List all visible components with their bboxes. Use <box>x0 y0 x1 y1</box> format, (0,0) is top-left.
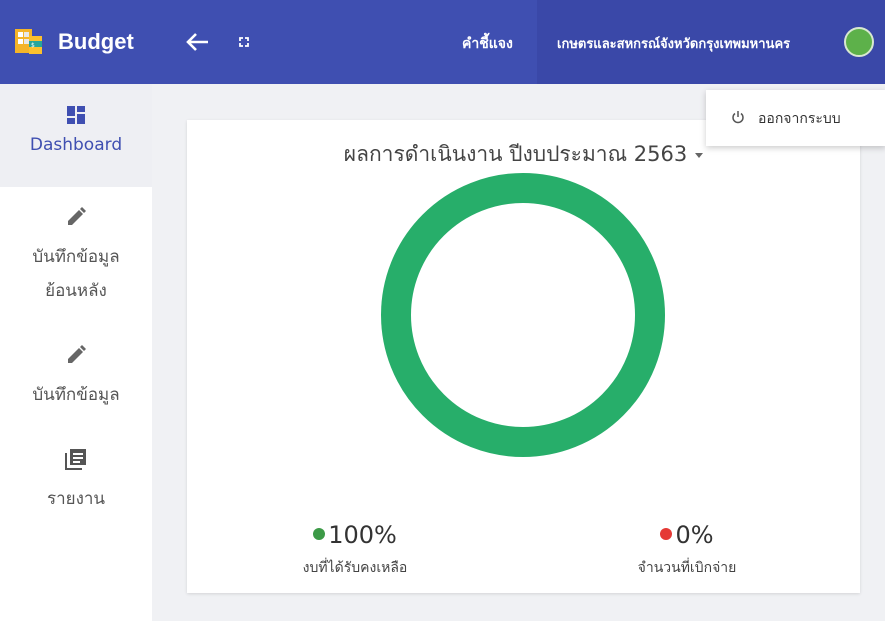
avatar <box>844 27 874 57</box>
sidebar-item-report[interactable]: รายงาน <box>0 448 152 518</box>
brand[interactable]: $ Budget <box>14 27 134 57</box>
stat-disbursed: 0% จำนวนที่เบิกจ่าย <box>607 521 767 579</box>
legend-dot-red <box>660 528 673 540</box>
donut-slice-0 <box>381 173 665 457</box>
pencil-icon <box>68 207 86 225</box>
sidebar-item-data-entry[interactable]: บันทึกข้อมูล <box>0 344 152 414</box>
sidebar-item-label: บันทึกข้อมูล <box>32 385 120 405</box>
sidebar-item-label: รายงาน <box>46 489 106 509</box>
stat-value: 0% <box>675 521 714 549</box>
budget-donut-chart <box>381 173 665 457</box>
stat-remaining: 100% งบที่ได้รับคงเหลือ <box>275 521 435 579</box>
back-arrow-icon[interactable] <box>184 30 210 54</box>
sidebar: Dashboard บันทึกข้อมูล ย้อนหลัง บันทึกข้… <box>0 84 152 621</box>
budget-logo-icon: $ <box>14 27 44 57</box>
app-title: Budget <box>58 29 134 54</box>
top-app-bar: $ Budget คำชี้แจง เกษตรและสหกรณ์จังหวัดก… <box>0 0 885 84</box>
sidebar-item-label: บันทึกข้อมูล ย้อนหลัง <box>32 247 120 301</box>
fullscreen-icon[interactable] <box>237 34 251 48</box>
power-icon <box>732 111 744 124</box>
pencil-icon <box>68 345 86 363</box>
report-icon <box>65 449 86 470</box>
stat-caption: งบที่ได้รับคงเหลือ <box>302 560 408 576</box>
user-name: เกษตรและสหกรณ์จังหวัดกรุงเทพมหานคร <box>557 37 791 52</box>
logout-label: ออกจากระบบ <box>758 111 841 127</box>
stat-value: 100% <box>328 521 397 549</box>
sidebar-item-dashboard[interactable]: Dashboard <box>0 84 152 187</box>
stat-caption: จำนวนที่เบิกจ่าย <box>637 560 737 576</box>
dashboard-icon <box>67 106 85 124</box>
user-dropdown-menu: ออกจากระบบ <box>706 90 885 146</box>
legend-dot-green <box>313 528 326 540</box>
logout-menu-item[interactable]: ออกจากระบบ <box>706 90 885 146</box>
user-panel[interactable]: เกษตรและสหกรณ์จังหวัดกรุงเทพมหานคร <box>537 0 885 84</box>
sidebar-item-backdate-entry[interactable]: บันทึกข้อมูล ย้อนหลัง <box>0 206 152 316</box>
explanation-link[interactable]: คำชี้แจง <box>462 33 513 55</box>
fiscal-year-select-label: ผลการดำเนินงาน ปีงบประมาณ 2563 <box>343 142 688 166</box>
svg-text:$: $ <box>31 42 35 49</box>
sidebar-item-label: Dashboard <box>29 135 123 155</box>
dashboard-card: ผลการดำเนินงาน ปีงบประมาณ 2563 100% งบที… <box>187 120 860 593</box>
caret-down-icon <box>695 152 704 158</box>
